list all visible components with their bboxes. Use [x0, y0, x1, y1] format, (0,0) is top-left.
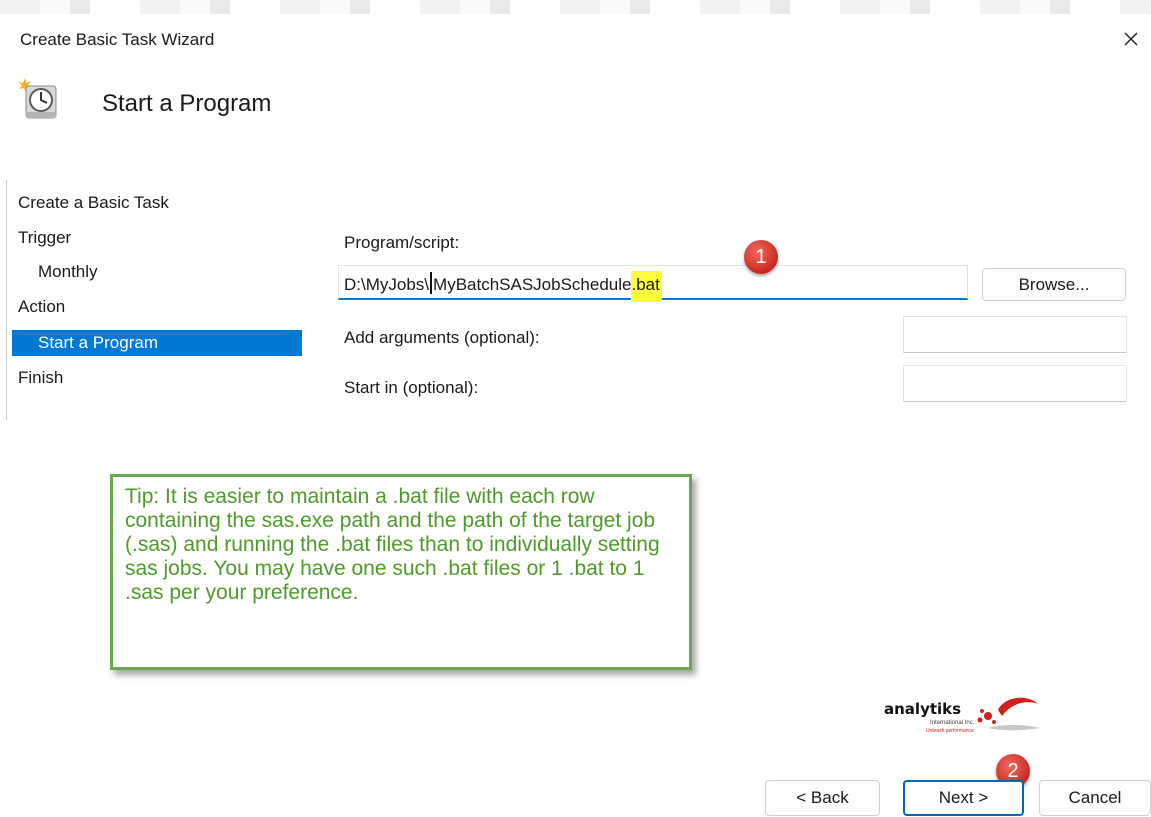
text-caret — [430, 272, 433, 294]
close-icon — [1124, 32, 1138, 46]
program-path-prefix: D:\MyJobs\ — [344, 275, 430, 294]
background-strip — [0, 0, 1151, 14]
nav-item-monthly[interactable]: Monthly — [38, 259, 98, 285]
step-badge-1: 1 — [744, 240, 778, 274]
nav-item-create-basic-task[interactable]: Create a Basic Task — [18, 190, 169, 216]
next-button[interactable]: Next > — [903, 780, 1024, 816]
arguments-input[interactable] — [903, 316, 1127, 353]
logo-swoosh-icon — [977, 697, 1040, 731]
program-file-extension-highlight: .bat — [631, 271, 662, 302]
nav-item-action[interactable]: Action — [18, 294, 65, 320]
page-title: Start a Program — [102, 90, 272, 117]
window-title: Create Basic Task Wizard — [20, 30, 215, 49]
logo-tagline: Unleash performance — [926, 728, 974, 734]
analytiks-logo: analytiks International Inc. Unleash per… — [876, 686, 1049, 744]
back-button[interactable]: < Back — [765, 780, 880, 816]
browse-button[interactable]: Browse... — [982, 268, 1126, 301]
program-script-value: D:\MyJobs\ MyBatchSASJobSchedule.bat — [344, 270, 662, 302]
cancel-button[interactable]: Cancel — [1039, 780, 1151, 816]
nav-item-trigger[interactable]: Trigger — [18, 225, 71, 251]
nav-item-finish[interactable]: Finish — [18, 365, 63, 391]
start-in-label: Start in (optional): — [344, 378, 479, 397]
tip-callout: Tip: It is easier to maintain a .bat fil… — [110, 474, 692, 670]
close-button[interactable] — [1116, 24, 1146, 54]
nav-divider — [6, 180, 7, 420]
program-script-label: Program/script: — [344, 233, 460, 252]
arguments-label: Add arguments (optional): — [344, 328, 540, 347]
start-in-input[interactable] — [903, 365, 1127, 402]
logo-wordmark: analytiks — [884, 700, 962, 718]
nav-item-start-a-program[interactable]: Start a Program — [12, 330, 302, 356]
program-file-name: MyBatchSASJobSchedule — [433, 275, 632, 294]
scheduled-task-clock-icon — [16, 76, 60, 122]
